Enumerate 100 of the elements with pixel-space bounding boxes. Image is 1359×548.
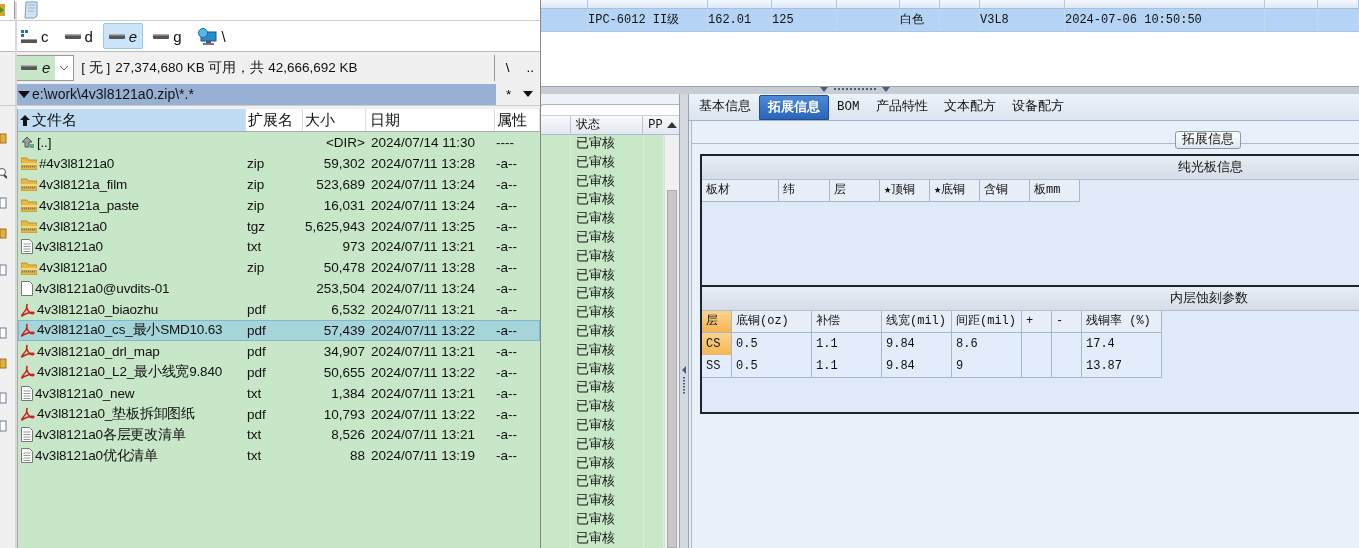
column-header[interactable]: 状态 [570,116,644,134]
table-row[interactable]: 已审核 [541,285,664,305]
table-row[interactable]: 已审核 [541,304,664,323]
file-row[interactable]: 4v3l8121a0 tgz 5,625,943 2024/07/11 13:25 -a-- [18,215,540,237]
column-header[interactable]: 大小 [303,109,366,131]
file-row[interactable]: 4v3l8121a0_biaozhu pdf 6,532 2024/07/11 13:21 -a-- [18,299,540,320]
table-cell: 白色 [900,9,940,31]
table-row[interactable]: 已审核 [541,210,664,229]
file-row[interactable]: 4v3l8121a0_drl_map pdf 34,907 2024/07/11 13:21 -a-- [18,340,540,362]
splitter-grip-icon[interactable] [820,87,890,93]
notepad-icon[interactable] [23,1,39,19]
tab[interactable]: 设备配方 [1003,95,1072,120]
tab[interactable]: BOM [829,95,868,120]
column-header[interactable]: 层 [830,180,880,202]
file-attributes: -a-- [496,364,517,380]
column-header[interactable]: 扩展名 [246,109,303,131]
file-row[interactable]: 4v3l8121a0_cs_最小SMD10.63 pdf 57,439 2024/07/11 13:22 -a-- [18,320,540,341]
column-header[interactable]: 板mm [1030,180,1080,202]
file-row[interactable]: 4v3l8121a_film zip 523,689 2024/07/11 13:24 -a-- [18,173,540,195]
tab[interactable]: 拓展信息 [759,95,829,120]
magnifier-icon[interactable] [0,167,7,179]
folder-icon[interactable] [0,132,7,144]
file-name: [..] [37,134,52,150]
drive-button[interactable]: d [58,23,99,49]
file-date: 2024/07/11 13:24 [371,281,476,297]
column-header[interactable]: PP [643,116,664,134]
table-row[interactable]: 已审核 [541,473,664,493]
file-attributes: ---- [496,134,514,150]
file-name: 4v3l8121a0优化清单 [35,446,158,465]
file-date: 2024/07/11 13:24 [371,176,476,192]
drive-dropdown[interactable]: e [16,54,75,81]
status-cell: 已审核 [571,435,644,455]
column-header[interactable]: + [1022,311,1052,333]
drive-icon [153,33,170,39]
column-header[interactable]: 线宽(mil) [882,311,952,333]
file-row[interactable]: 4v3l8121a0各层更改清单 txt 8,526 2024/07/11 13:21 -a-- [18,424,540,446]
tab[interactable]: 基本信息 [691,95,759,120]
column-header[interactable]: 文件名 [18,109,246,131]
folder-icon[interactable] [0,227,7,239]
status-cell: 已审核 [571,153,644,173]
table-row[interactable]: 已审核 [541,379,664,399]
column-header[interactable]: 补偿 [812,311,882,333]
file-row[interactable]: 4v3l8121a0_垫板拆卸图纸 pdf 10,793 2024/07/11 13:22 -a-- [18,403,540,425]
file-row[interactable]: 4v3l8121a0_L2_最小线宽9.840 pdf 50,655 2024/07/11 13:22 -a-- [18,361,540,383]
column-header[interactable]: - [1052,311,1082,333]
row-header[interactable]: SS [702,355,732,378]
text-file-icon [21,448,33,464]
column-header[interactable]: 底铜(oz) [732,311,812,333]
column-header[interactable]: 属性 [495,109,540,131]
column-header[interactable]: 层 [702,311,732,333]
triangle-down-icon[interactable] [523,91,534,97]
column-header[interactable]: 含铜 [980,180,1030,202]
path-bar[interactable]: e:\work\4v3l8121a0.zip\*.* [16,83,496,105]
column-header[interactable]: 间距(mil) [952,311,1022,333]
column-header[interactable]: 残铜率 (%) [1082,311,1162,333]
root-button[interactable]: \ [499,60,516,75]
column-header[interactable]: 纬 [779,180,830,202]
document-icon[interactable] [0,197,7,209]
tab[interactable]: 文本配方 [935,95,1004,120]
column-header[interactable]: ★底铜 [930,180,980,202]
file-attributes: -a-- [496,155,517,171]
table-cell: 13.87 [1082,355,1162,378]
document-icon[interactable] [0,264,7,276]
tab[interactable]: 产品特性 [867,95,936,120]
column-header[interactable]: 板材 [702,180,779,202]
pdf-icon [21,407,35,421]
table-cell: 9.84 [882,355,952,378]
drive-button[interactable]: \ [191,23,232,49]
table-row[interactable]: 已审核 [541,398,664,417]
text-file-icon [21,385,33,401]
table-row[interactable]: 已审核 [541,135,664,154]
scroll-up-arrow-icon[interactable] [665,120,680,130]
column-header[interactable]: 日期 [366,109,495,131]
folder-icon[interactable] [0,357,7,369]
document-icon[interactable] [0,420,7,432]
table-row[interactable]: 已审核 [541,492,664,511]
table-row[interactable]: 已审核 [541,191,664,211]
file-row[interactable]: 4v3l8121a_paste zip 16,031 2024/07/11 13:24 -a-- [18,194,540,216]
document-icon[interactable] [0,392,7,404]
file-row[interactable]: 4v3l8121a0@uvdits-01 253,504 2024/07/11 13:24 -a-- [18,278,540,300]
document-icon[interactable] [0,327,7,339]
drive-button[interactable]: g [147,23,188,49]
zip-folder-icon [21,198,37,213]
scrollbar[interactable] [664,135,680,548]
record-row[interactable]: IPC-6012 II级 162.01 125 白色 V3L8 2024-07-06 10:50:50 [540,9,1359,32]
parent-button[interactable]: .. [520,60,540,75]
drive-button[interactable]: e [102,23,144,49]
file-row[interactable]: 4v3l8121a0 zip 50,478 2024/07/11 13:28 -a-- [18,257,540,279]
file-row[interactable]: 4v3l8121a0优化清单 txt 88 2024/07/11 13:19 -a-- [18,445,540,467]
file-row[interactable]: 4v3l8121a0_new txt 1,384 2024/07/11 13:21 -a-- [18,382,540,404]
filter-button[interactable]: * [500,86,518,102]
drive-button[interactable]: c [15,23,55,49]
zip-folder-icon [21,156,37,171]
file-row[interactable]: #4v3l8121a0 zip 59,302 2024/07/11 13:28 -a-- [18,152,540,174]
collapse-arrow-icon[interactable] [681,366,687,396]
file-row[interactable]: 4v3l8121a0 txt 973 2024/07/11 13:21 -a-- [18,236,540,258]
file-row[interactable]: [..] <DIR> 2024/07/14 11:30 ---- [18,132,540,153]
row-header[interactable]: CS [702,333,732,356]
column-header[interactable]: ★顶铜 [880,180,930,202]
toolbar-icon[interactable] [0,2,6,18]
